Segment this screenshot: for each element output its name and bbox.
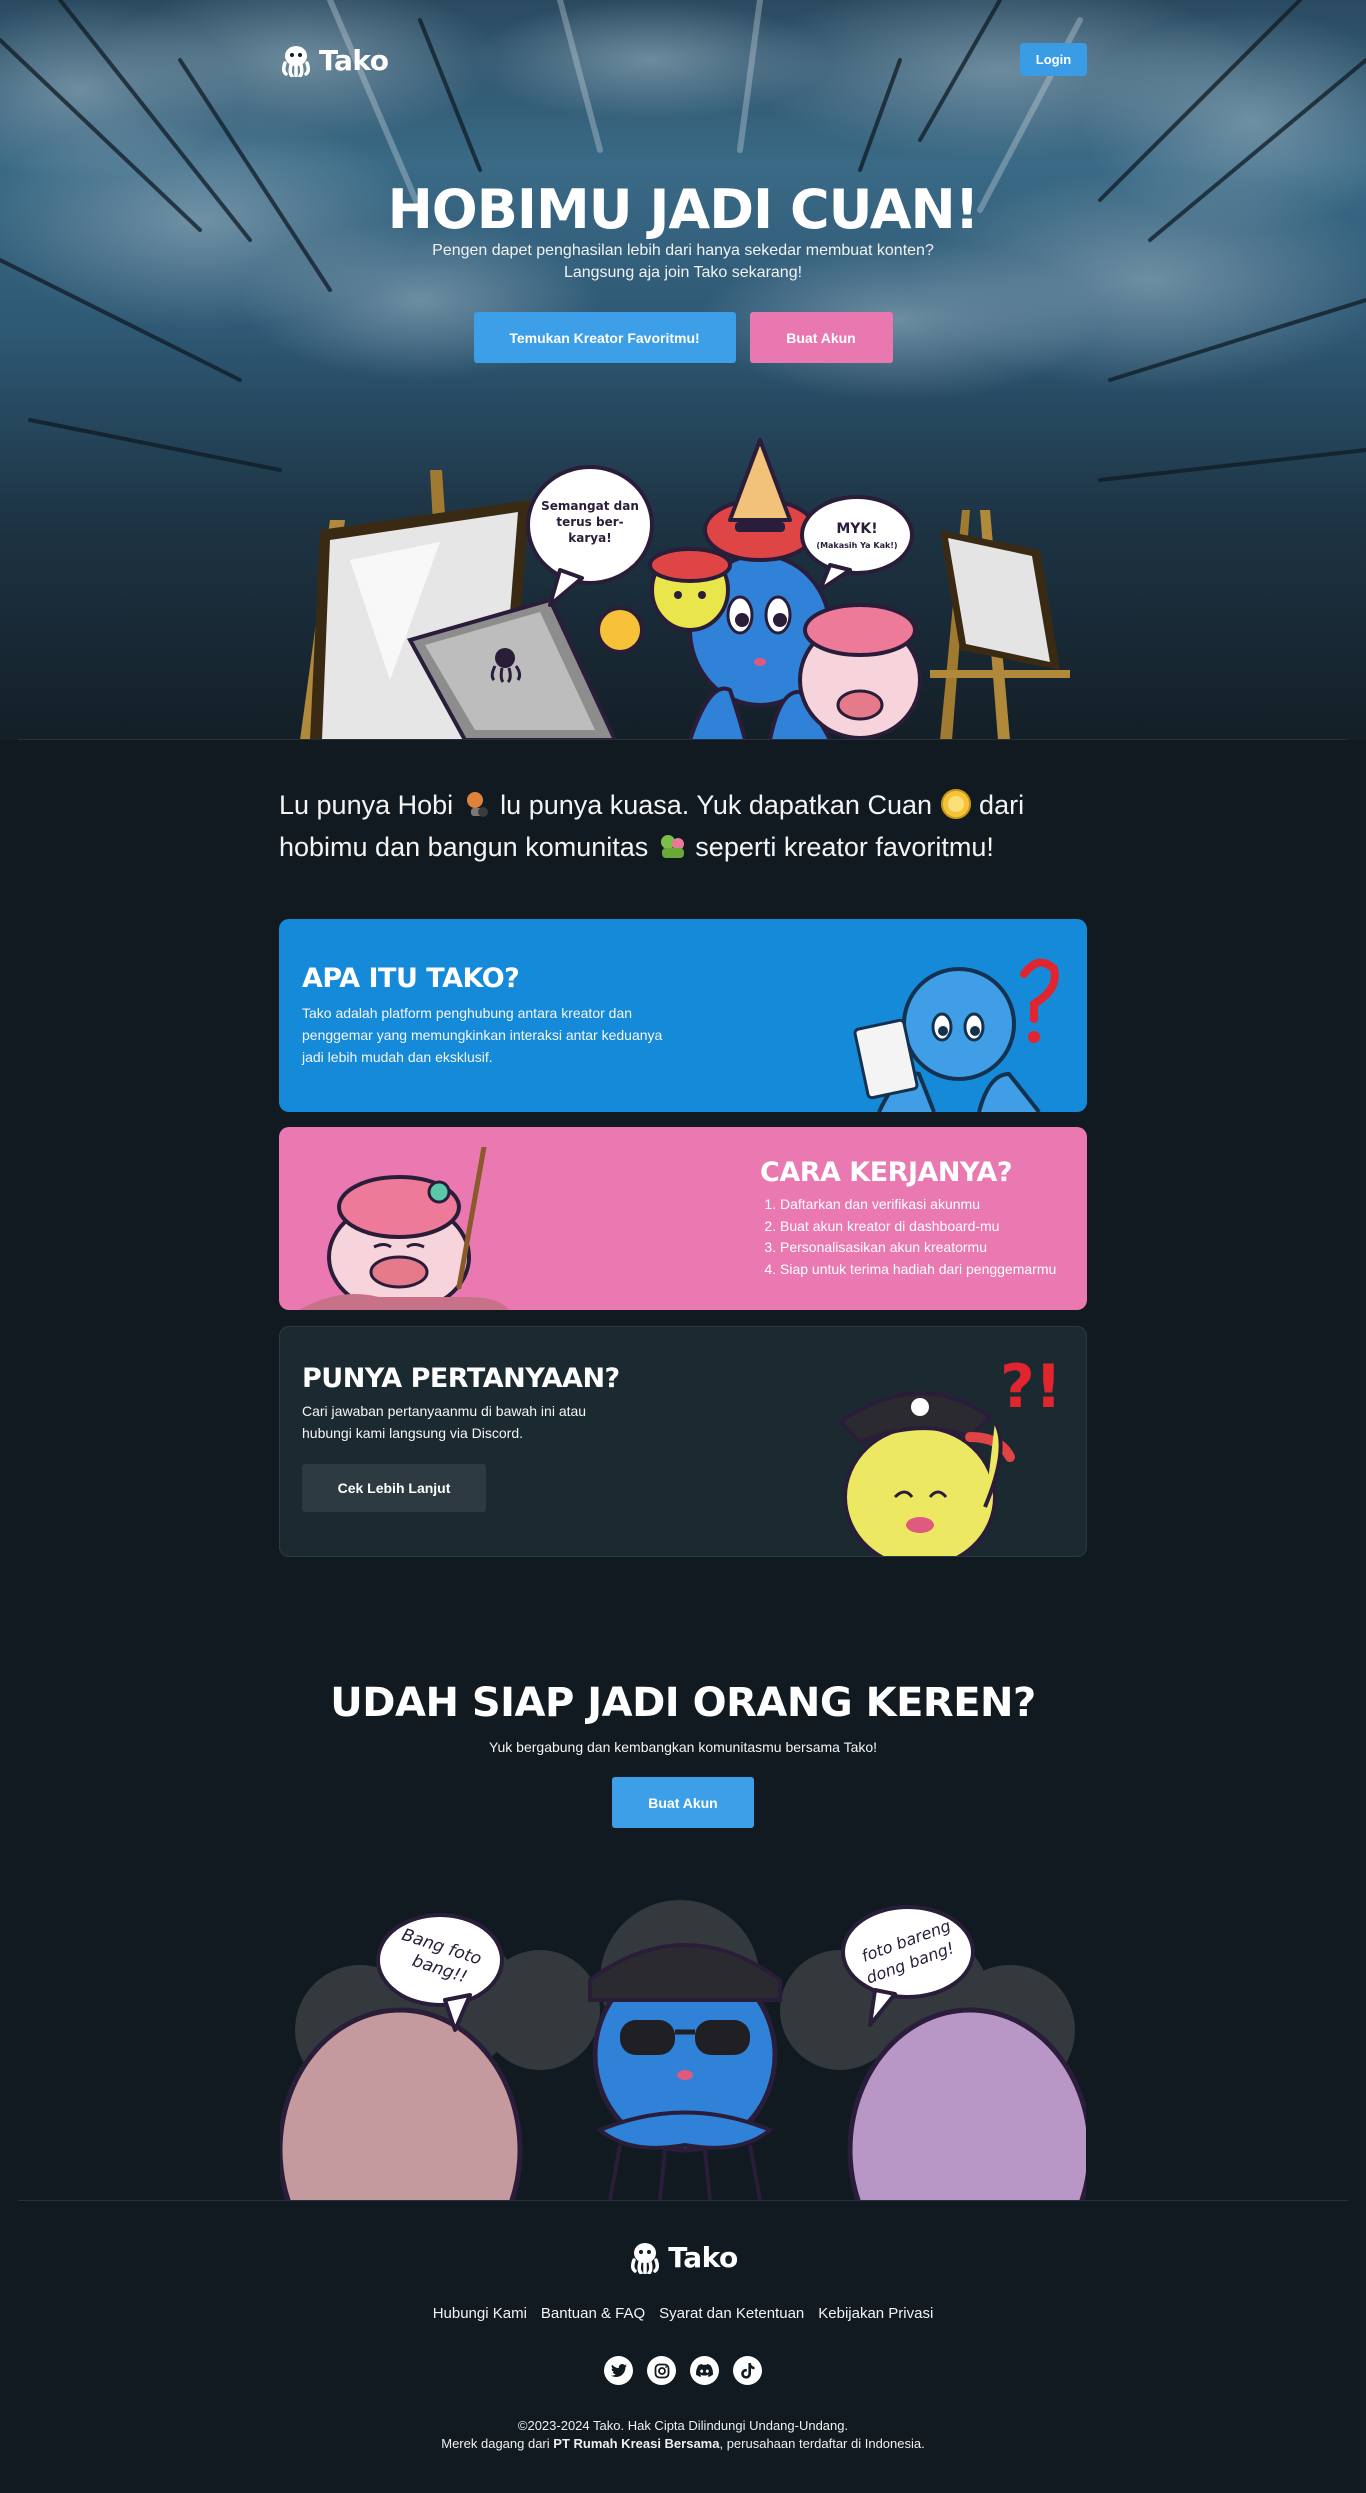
footer-divider (18, 2200, 1348, 2201)
cta-create-account-button[interactable]: Buat Akun (612, 1777, 754, 1828)
speech-bubble-left: Semangat dan terus ber- karya! (526, 465, 654, 607)
faq-title: PUNYA PERTANYAAN? (302, 1363, 620, 1394)
community-emoji-icon (660, 835, 684, 858)
discord-icon[interactable] (690, 2356, 719, 2385)
twitter-icon[interactable] (604, 2356, 633, 2385)
intro-text: Lu punya Hobi lu punya kuasa. Yuk dapatk… (279, 784, 1089, 868)
cool-octopus-character (588, 1943, 782, 2200)
copyright-line1: ©2023-2024 Tako. Hak Cipta Dilindungi Un… (517, 2418, 849, 2433)
yellow-character (648, 547, 732, 632)
footer-link-privacy[interactable]: Kebijakan Privasi (818, 2305, 933, 2322)
hobby-emoji-icon (466, 792, 488, 817)
how-it-works-title: CARA KERJANYA? (760, 1157, 1013, 1188)
intro-part1: Lu punya Hobi (279, 790, 454, 820)
confused-octopus-illustration (853, 958, 1059, 1112)
painter-character-illustration (299, 1147, 509, 1310)
step-item: Daftarkan dan verifikasi akunmu (780, 1194, 1080, 1216)
find-creator-button[interactable]: Temukan Kreator Favoritmu! (473, 312, 736, 363)
social-links (0, 2356, 1366, 2385)
login-button[interactable]: Login (1020, 43, 1087, 76)
step-item: Personalisasikan akun kreatormu (780, 1237, 1080, 1259)
red-character (703, 438, 817, 562)
hero-actions: Temukan Kreator Favoritmu! Buat Akun (0, 312, 1366, 363)
copyright-suffix: , perusahaan terdaftar di Indonesia. (719, 2436, 925, 2451)
intro-part2: lu punya kuasa. Yuk dapatkan Cuan (500, 790, 933, 820)
hero-subtitle-line2: Langsung aja join Tako sekarang! (563, 264, 803, 281)
section-divider (18, 739, 1348, 740)
octopus-logo-icon (281, 46, 311, 77)
footer-brand-name: Tako (668, 2240, 738, 2274)
cta-illustration: Bang foto bang!! foto bareng dong bang! (280, 1900, 1086, 2200)
bubble-right-title: MYK! (836, 521, 877, 537)
speech-bubble-right: MYK! (Makasih Ya Kak!) (800, 495, 914, 592)
bubble-left-line1: Semangat dan (541, 499, 639, 513)
footer-link-terms[interactable]: Syarat dan Ketentuan (659, 2305, 804, 2322)
how-it-works-card: CARA KERJANYA? Daftarkan dan verifikasi … (279, 1127, 1087, 1310)
hero-illustration: Semangat dan terus ber- karya! MYK! (Mak… (300, 438, 1070, 740)
what-is-tako-card: APA ITU TAKO? Tako adalah platform pengh… (279, 919, 1087, 1112)
bubble-left-line3: karya! (568, 531, 611, 545)
faq-body: Cari jawaban pertanyaanmu di bawah ini a… (302, 1403, 587, 1441)
how-it-works-steps: Daftarkan dan verifikasi akunmu Buat aku… (760, 1194, 1080, 1280)
instagram-icon[interactable] (647, 2356, 676, 2385)
copyright-line2: Merek dagang dari PT Rumah Kreasi Bersam… (0, 2435, 1366, 2453)
question-exclaim-icon: ?! (1000, 1352, 1062, 1422)
step-item: Siap untuk terima hadiah dari penggemarm… (780, 1259, 1080, 1281)
hero-title: HOBIMU JADI CUAN! (387, 178, 980, 241)
hero-section: Tako Login HOBIMU JADI CUAN! Pengen dape… (0, 0, 1366, 740)
cta-subtitle: Yuk bergabung dan kembangkan komunitasmu… (488, 1739, 878, 1755)
tiktok-icon[interactable] (733, 2356, 762, 2385)
cta-title: UDAH SIAP JADI ORANG KEREN? (330, 1680, 1036, 1726)
copyright: ©2023-2024 Tako. Hak Cipta Dilindungi Un… (0, 2417, 1366, 2453)
hero-subtitle: Pengen dapet penghasilan lebih dari hany… (383, 240, 983, 284)
hero-subtitle-line1: Pengen dapet penghasilan lebih dari hany… (432, 242, 934, 259)
pink-character (798, 603, 922, 740)
coin-emoji-icon (940, 789, 971, 819)
footer-links: Hubungi Kami Bantuan & FAQ Syarat dan Ke… (0, 2305, 1366, 2322)
what-is-tako-title: APA ITU TAKO? (302, 963, 520, 994)
right-easel (930, 510, 1070, 740)
footer-logo[interactable]: Tako (0, 2240, 1366, 2274)
what-is-tako-body: Tako adalah platform penghubung antara k… (302, 1005, 663, 1065)
bubble-left-line2: terus ber- (556, 515, 623, 529)
brand-name: Tako (319, 43, 389, 77)
create-account-button[interactable]: Buat Akun (749, 312, 893, 363)
bubble-right-sub: (Makasih Ya Kak!) (816, 541, 897, 550)
step-item: Buat akun kreator di dashboard-mu (780, 1216, 1080, 1238)
brand-logo[interactable]: Tako (279, 40, 389, 80)
learn-more-button[interactable]: Cek Lebih Lanjut (302, 1464, 486, 1512)
intro-part4: seperti kreator favoritmu! (695, 832, 994, 862)
faq-card: PUNYA PERTANYAAN? Cari jawaban pertanyaa… (279, 1326, 1087, 1557)
top-nav: Tako Login (279, 40, 1087, 80)
landing-page: Tako Login HOBIMU JADI CUAN! Pengen dape… (0, 0, 1366, 2493)
pirate-character-illustration: ?! (836, 1352, 1062, 1556)
copyright-prefix: Merek dagang dari (441, 2436, 550, 2451)
footer-link-contact[interactable]: Hubungi Kami (433, 2305, 527, 2322)
octopus-logo-icon (631, 2243, 660, 2274)
footer-link-help-faq[interactable]: Bantuan & FAQ (541, 2305, 645, 2322)
company-name: PT Rumah Kreasi Bersama (553, 2436, 720, 2451)
coin-icon (596, 606, 644, 654)
